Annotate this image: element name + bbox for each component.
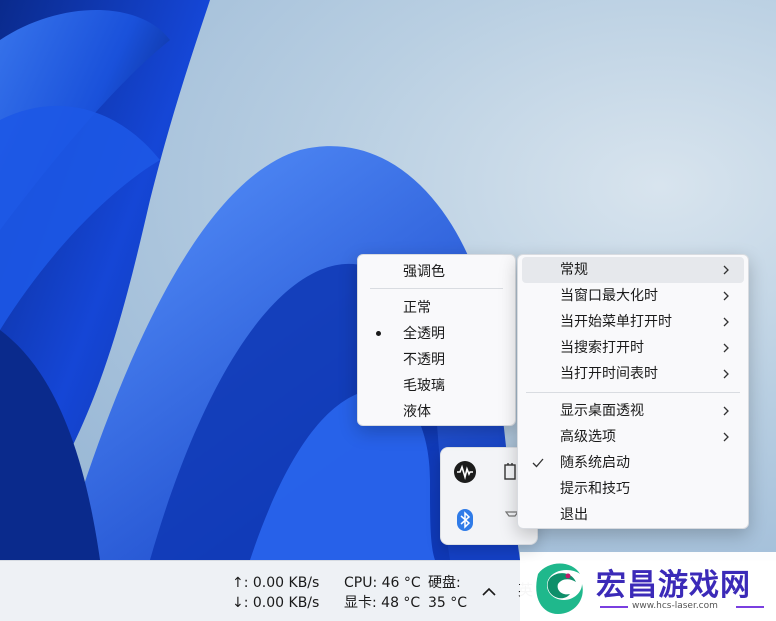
disk-label: 硬盘:	[428, 575, 461, 591]
watermark-rule-left	[600, 606, 628, 608]
cpu-temp: CPU: 46 °C	[344, 575, 421, 591]
menu-item-timeline-open[interactable]: 当打开时间表时	[522, 361, 744, 387]
menu-item-label: 全透明	[403, 326, 445, 342]
menu-item-window-maximized[interactable]: 当窗口最大化时	[522, 283, 744, 309]
chevron-up-icon[interactable]	[478, 581, 500, 603]
menu-separator	[526, 392, 740, 393]
menu-item-advanced-options[interactable]: 高级选项	[522, 424, 744, 450]
download-speed: ↓: 0.00 KB/s	[232, 595, 320, 611]
menu-item-label: 当开始菜单打开时	[560, 314, 672, 330]
menu-item-label: 当搜索打开时	[560, 340, 644, 356]
menu-item-label: 高级选项	[560, 429, 616, 445]
menu-item-label: 随系统启动	[560, 455, 630, 471]
menu-item-label: 当窗口最大化时	[560, 288, 658, 304]
menu-item-label: 退出	[560, 507, 588, 523]
menu-item-label: 强调色	[403, 264, 445, 280]
cpu-gpu-temps: CPU: 46 °C 显卡: 48 °C	[344, 573, 421, 613]
chevron-right-icon	[723, 343, 729, 353]
chevron-right-icon	[723, 265, 729, 275]
chevron-right-icon	[723, 406, 729, 416]
accent-submenu: 强调色 正常 全透明 不透明 毛玻璃 液体	[357, 254, 516, 426]
partial-tray-icon[interactable]	[503, 462, 517, 482]
watermark-url: www.hcs-laser.com	[632, 601, 718, 611]
gpu-temp: 显卡: 48 °C	[344, 595, 421, 611]
selected-bullet-icon	[376, 331, 381, 336]
menu-item-normal[interactable]: 正常	[362, 295, 511, 321]
menu-separator	[370, 288, 503, 289]
menu-item-opaque[interactable]: 不透明	[362, 347, 511, 373]
menu-item-label: 不透明	[403, 352, 445, 368]
menu-item-full-transparent[interactable]: 全透明	[362, 321, 511, 347]
menu-item-start-with-system[interactable]: 随系统启动	[522, 450, 744, 476]
watermark-title: 宏昌游戏网	[596, 568, 751, 603]
menu-item-label: 液体	[403, 404, 431, 420]
menu-item-exit[interactable]: 退出	[522, 502, 744, 528]
disk-temp: 35 °C	[428, 595, 468, 611]
menu-item-label: 提示和技巧	[560, 481, 630, 497]
audio-wave-icon[interactable]	[453, 460, 477, 484]
chevron-right-icon	[723, 291, 729, 301]
bluetooth-icon[interactable]	[453, 508, 477, 532]
watermark-rule-right	[736, 606, 764, 608]
checkmark-icon	[532, 458, 544, 468]
menu-item-label: 正常	[403, 300, 431, 316]
dragon-logo-icon	[536, 563, 583, 614]
menu-item-accent-color[interactable]: 强调色	[362, 259, 511, 285]
menu-item-label: 显示桌面透视	[560, 403, 644, 419]
menu-item-general[interactable]: 常规	[522, 257, 744, 283]
menu-item-start-menu-open[interactable]: 当开始菜单打开时	[522, 309, 744, 335]
menu-item-label: 毛玻璃	[403, 378, 445, 394]
menu-item-desktop-peek[interactable]: 显示桌面透视	[522, 398, 744, 424]
chevron-right-icon	[723, 369, 729, 379]
menu-item-search-open[interactable]: 当搜索打开时	[522, 335, 744, 361]
app-context-menu: 常规 当窗口最大化时 当开始菜单打开时 当搜索打开时 当打开时间表时 显示桌面透…	[517, 254, 749, 529]
menu-item-label: 常规	[560, 262, 588, 278]
upload-speed: ↑: 0.00 KB/s	[232, 575, 320, 591]
disk-temps: 硬盘: 35 °C	[428, 573, 467, 613]
network-speed: ↑: 0.00 KB/s ↓: 0.00 KB/s	[232, 573, 319, 613]
site-watermark: 宏昌游戏网 www.hcs-laser.com	[520, 552, 776, 621]
menu-item-tips-and-tricks[interactable]: 提示和技巧	[522, 476, 744, 502]
menu-item-frosted-glass[interactable]: 毛玻璃	[362, 373, 511, 399]
menu-item-liquid[interactable]: 液体	[362, 399, 511, 425]
chevron-right-icon	[723, 432, 729, 442]
menu-item-label: 当打开时间表时	[560, 366, 658, 382]
chevron-right-icon	[723, 317, 729, 327]
